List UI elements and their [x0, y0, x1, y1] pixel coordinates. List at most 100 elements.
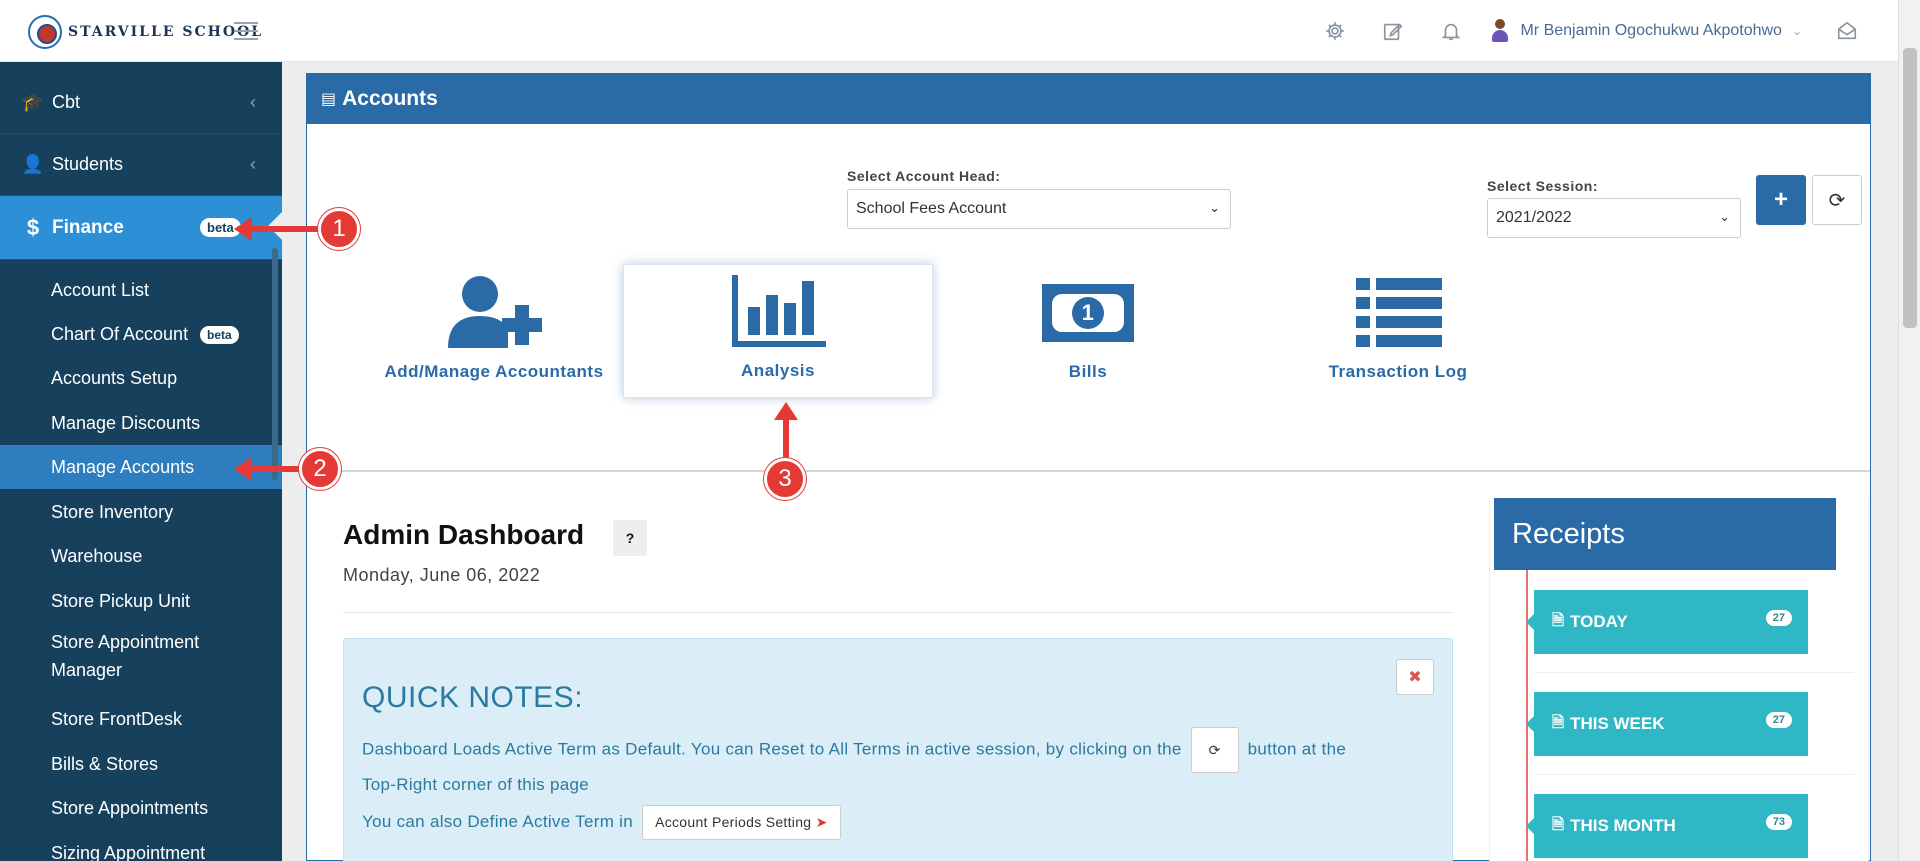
add-button[interactable]: +	[1756, 175, 1806, 225]
sidebar-item-store-appointments[interactable]: Store Appointments	[0, 786, 282, 830]
account-head-select[interactable]: School Fees Account ⌄	[847, 189, 1231, 229]
tile-label: Bills	[1068, 362, 1108, 381]
sidebar-item-warehouse[interactable]: Warehouse	[0, 534, 282, 578]
refresh-button[interactable]: ⟳	[1812, 175, 1862, 225]
sidebar-item-manage-discounts[interactable]: Manage Discounts	[0, 401, 282, 445]
receipt-count: 27	[1765, 610, 1792, 626]
sidebar-item-students[interactable]: 👤 Students ‹	[0, 134, 282, 196]
annotation-callout-2: 2	[299, 448, 341, 490]
settings-gear-icon[interactable]	[1306, 0, 1364, 62]
receipt-this-week[interactable]: 🗎 THIS WEEK 27	[1526, 692, 1808, 756]
receipts-title: Receipts	[1494, 498, 1836, 570]
sidebar-item-label: Store Appointment Manager	[51, 632, 200, 680]
tile-transaction-log[interactable]: Transaction Log	[1243, 264, 1553, 398]
chevron-left-icon: ‹	[250, 154, 256, 174]
mail-open-icon[interactable]	[1818, 0, 1876, 62]
sidebar-item-label: Store FrontDesk	[51, 708, 183, 729]
sidebar-item-label: Manage Discounts	[51, 412, 201, 433]
svg-text:1: 1	[1082, 300, 1095, 325]
receipts-widget: Receipts 🗎 TODAY 27 🗎 THIS WEEK 27 🗎 THI…	[1489, 498, 1869, 861]
account-periods-setting-button[interactable]: Account Periods Setting ➤	[642, 805, 841, 840]
sidebar-item-label: Store Appointments	[51, 797, 209, 818]
annotation-callout-1: 1	[318, 208, 360, 250]
school-logo[interactable]: STARVILLE SCHOOL	[28, 14, 263, 50]
notes-line-2: Top-Right corner of this page	[362, 775, 589, 794]
tile-label: Transaction Log	[1328, 362, 1468, 381]
sidebar-item-store-pickup-unit[interactable]: Store Pickup Unit	[0, 579, 282, 623]
inline-refresh-button[interactable]: ⟳	[1190, 727, 1239, 773]
bar-chart-icon	[732, 275, 826, 347]
tile-label: Analysis	[741, 361, 815, 380]
sidebar-item-label: Sizing Appointment	[51, 842, 206, 861]
sidebar-item-label: Account List	[51, 279, 150, 300]
sidebar-item-label: Chart Of Account	[51, 323, 189, 344]
page-scrollbar-thumb[interactable]	[1903, 48, 1917, 328]
divider	[1534, 774, 1854, 775]
tile-analysis[interactable]: Analysis	[623, 264, 933, 398]
refresh-icon: ⟳	[1828, 189, 1846, 212]
sidebar-item-accounts-setup[interactable]: Accounts Setup	[0, 356, 282, 400]
bell-icon[interactable]	[1422, 0, 1480, 62]
close-button[interactable]: ✖	[1396, 659, 1434, 695]
sidebar-item-sizing-appointment[interactable]: Sizing Appointment	[0, 831, 282, 861]
chevron-left-icon: ‹	[250, 92, 256, 112]
sidebar-item-cbt[interactable]: 🎓 Cbt ‹	[0, 72, 282, 134]
divider	[1534, 672, 1854, 673]
receipt-label: TODAY	[1570, 612, 1628, 631]
sidebar-item-bills-stores[interactable]: Bills & Stores	[0, 742, 282, 786]
sidebar-item-label: Cbt	[52, 92, 81, 112]
annotation-callout-3: 3	[764, 458, 806, 500]
chevron-down-icon: ⌄	[1791, 24, 1802, 38]
panel-header: ▤ Accounts	[307, 74, 1870, 124]
sidebar-item-label: Store Inventory	[51, 501, 174, 522]
excel-file-icon: 🗎	[1552, 815, 1565, 833]
plus-icon: +	[1773, 186, 1788, 213]
tile-add-manage-accountants[interactable]: Add/Manage Accountants	[339, 264, 649, 398]
cursor-icon: ➤	[815, 814, 828, 830]
sidebar-item-store-inventory[interactable]: Store Inventory	[0, 490, 282, 534]
notes-text: Dashboard Loads Active Term as Default. …	[362, 739, 1182, 759]
account-head-label: Select Account Head:	[847, 168, 1001, 184]
receipt-count: 73	[1765, 814, 1792, 830]
tile-label: Add/Manage Accountants	[384, 362, 604, 381]
account-head-value: School Fees Account	[856, 200, 1007, 217]
user-menu[interactable]: Mr Benjamin Ogochukwu Akpotohwo ⌄	[1480, 0, 1818, 62]
session-value: 2021/2022	[1496, 209, 1572, 226]
excel-file-icon: 🗎	[1552, 713, 1565, 731]
session-label: Select Session:	[1487, 178, 1598, 194]
sidebar-item-account-list[interactable]: Account List	[0, 268, 282, 312]
page-title: Admin Dashboard	[343, 519, 585, 550]
graduation-cap-icon: 🎓	[21, 92, 45, 112]
receipt-this-month[interactable]: 🗎 THIS MONTH 73	[1526, 794, 1808, 858]
chevron-down-icon: ⌄	[1209, 200, 1220, 215]
school-seal-icon	[28, 15, 62, 49]
sidebar-item-store-frontdesk[interactable]: Store FrontDesk	[0, 697, 282, 741]
top-icons: Mr Benjamin Ogochukwu Akpotohwo ⌄	[1306, 0, 1876, 62]
chevron-down-icon: ⌄	[1719, 209, 1730, 224]
receipt-count: 27	[1765, 712, 1792, 728]
panel-title: Accounts	[342, 87, 438, 110]
session-select[interactable]: 2021/2022 ⌄	[1487, 198, 1741, 238]
tile-bills[interactable]: 1 Bills	[933, 264, 1243, 398]
sidebar-item-label: Bills & Stores	[51, 753, 159, 774]
sidebar-item-label: Students	[52, 154, 124, 174]
hamburger-menu-icon[interactable]	[234, 22, 258, 40]
page-scrollbar[interactable]	[1898, 0, 1920, 861]
sidebar-item-label: Accounts Setup	[51, 367, 178, 388]
list-alt-icon: ▤	[321, 91, 337, 108]
sidebar-item-label: Store Pickup Unit	[51, 590, 191, 611]
list-icon	[1356, 278, 1442, 347]
sidebar-item-store-appointment-manager[interactable]: Store Appointment Manager	[0, 623, 240, 687]
sidebar-scrollbar[interactable]	[272, 248, 278, 480]
user-name: Mr Benjamin Ogochukwu Akpotohwo	[1520, 22, 1782, 39]
sidebar-item-chart-of-account[interactable]: Chart Of Account beta	[0, 312, 282, 356]
edit-icon[interactable]	[1364, 0, 1422, 62]
avatar	[1490, 19, 1510, 43]
divider	[343, 612, 1453, 613]
receipt-label: THIS WEEK	[1570, 714, 1665, 733]
notes-line-1: Dashboard Loads Active Term as Default. …	[362, 727, 1442, 773]
help-button[interactable]: ?	[613, 520, 647, 556]
receipt-label: THIS MONTH	[1570, 816, 1676, 835]
accounts-panel: ▤ Accounts Select Account Head: School F…	[306, 73, 1871, 861]
receipt-today[interactable]: 🗎 TODAY 27	[1526, 590, 1808, 654]
